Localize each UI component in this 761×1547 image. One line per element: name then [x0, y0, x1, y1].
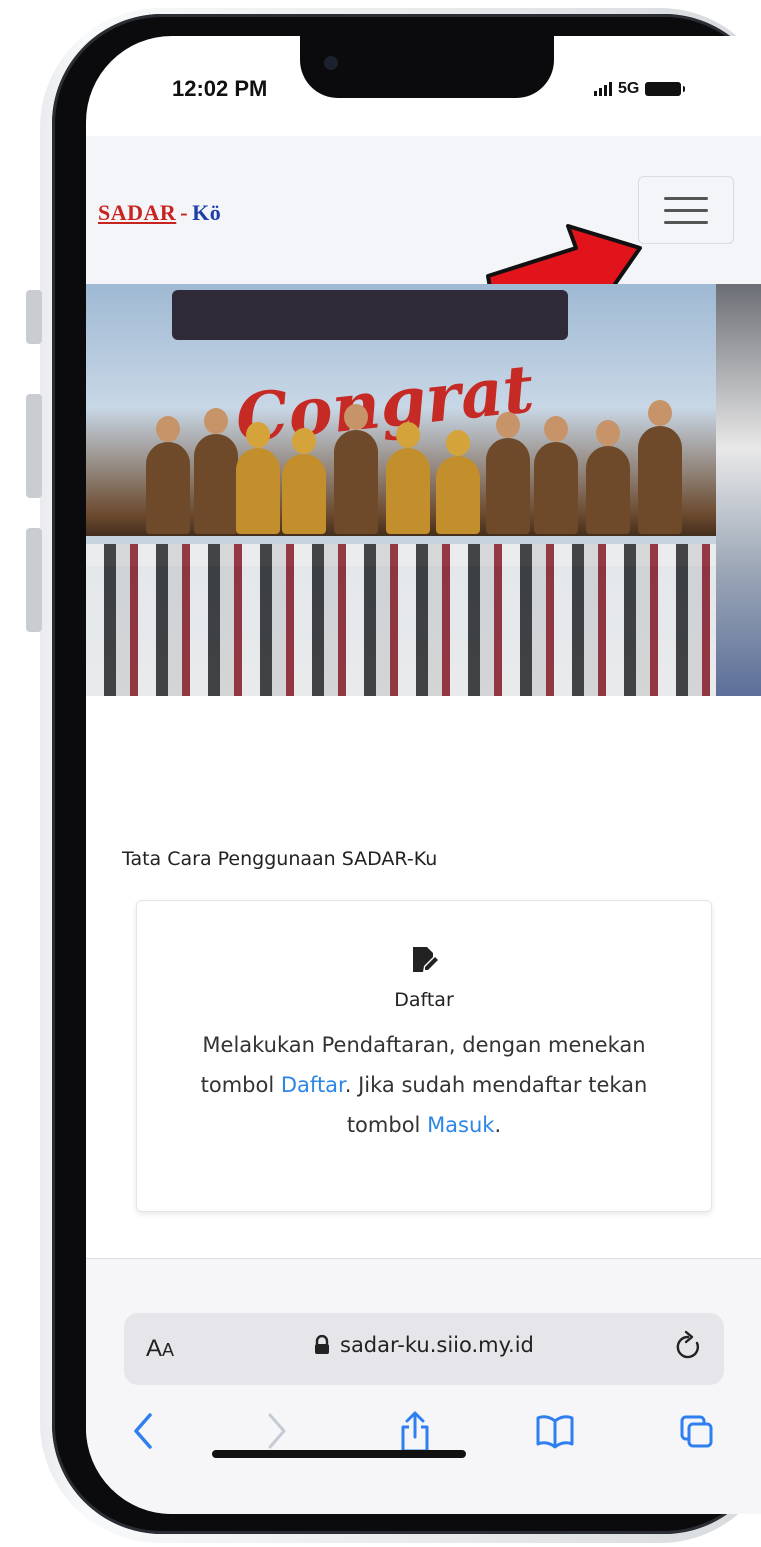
banner-sign — [172, 290, 568, 340]
banner-students-photo — [86, 544, 716, 696]
url-text: sadar-ku.siio.my.id — [340, 1333, 534, 1357]
back-icon[interactable] — [130, 1409, 158, 1453]
status-indicators: 5G — [594, 80, 686, 98]
masuk-link[interactable]: Masuk — [427, 1113, 494, 1137]
phone-screen: 12:02 PM 5G SADAR - Kö Congrat ! — [86, 36, 761, 1514]
signal-icon — [594, 82, 612, 96]
edit-icon — [413, 947, 438, 972]
hero-banner-image: Congrat ! — [86, 284, 761, 696]
daftar-link[interactable]: Daftar — [281, 1073, 345, 1097]
lock-icon — [315, 1335, 329, 1354]
section-title: Tata Cara Penggunaan SADAR-Ku — [122, 848, 438, 870]
reload-icon[interactable] — [672, 1329, 706, 1367]
logo-dash: - — [180, 200, 189, 225]
status-time: 12:02 PM — [172, 76, 268, 101]
tabs-icon[interactable] — [678, 1409, 716, 1453]
card-description: Melakukan Pendaftaran, dengan menekan to… — [200, 1033, 648, 1137]
logo-text-ku: Kö — [192, 200, 222, 225]
step-card-daftar: Daftar Melakukan Pendaftaran, dengan men… — [136, 900, 712, 1212]
site-navbar: SADAR - Kö — [86, 136, 761, 326]
banner-teachers-photo — [86, 400, 716, 534]
url-display[interactable]: sadar-ku.siio.my.id — [314, 1333, 534, 1357]
banner-next-slide — [716, 284, 761, 696]
logo-text-sadar: SADAR — [98, 200, 177, 225]
network-label: 5G — [618, 80, 640, 97]
card-title: Daftar — [394, 989, 454, 1011]
volume-down-button — [26, 528, 42, 632]
front-camera — [324, 56, 338, 70]
text-size-button[interactable]: AA — [146, 1335, 174, 1363]
browser-nav-buttons — [86, 1409, 761, 1469]
notch — [300, 36, 554, 98]
site-logo[interactable]: SADAR - Kö — [98, 200, 221, 226]
menu-toggle-button[interactable] — [638, 176, 734, 244]
home-indicator[interactable] — [212, 1450, 466, 1458]
battery-icon — [645, 82, 686, 96]
volume-up-button — [26, 394, 42, 498]
menu-icon — [664, 196, 708, 200]
address-bar[interactable]: AA sadar-ku.siio.my.id — [124, 1313, 724, 1385]
bookmarks-icon[interactable] — [534, 1409, 576, 1453]
mute-switch — [26, 290, 42, 344]
browser-toolbar: AA sadar-ku.siio.my.id — [86, 1258, 761, 1514]
share-icon[interactable] — [398, 1409, 432, 1455]
forward-icon[interactable] — [262, 1409, 290, 1453]
